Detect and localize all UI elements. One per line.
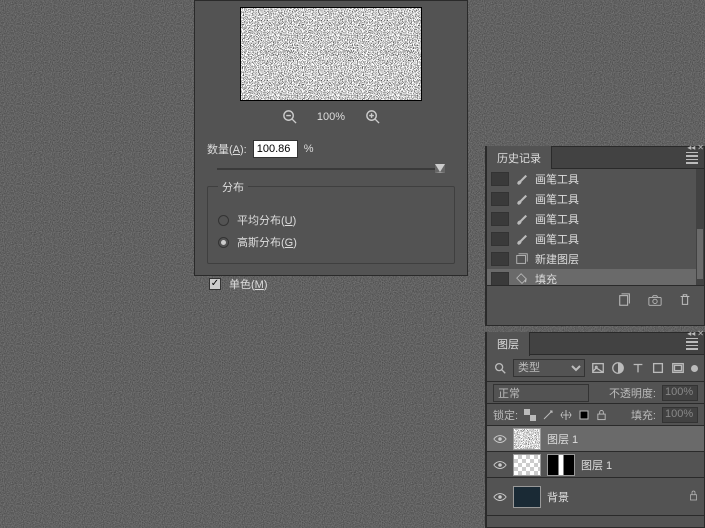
history-row-label: 画笔工具 [535, 191, 579, 207]
history-row-label: 新建图层 [535, 251, 579, 267]
history-row-label: 画笔工具 [535, 231, 579, 247]
layer-list: 图层 1图层 1 背景 [487, 426, 704, 516]
tab-layers[interactable]: 图层 [487, 332, 530, 356]
radio-bullet-icon [218, 237, 229, 248]
noise-preview [240, 7, 422, 101]
history-state-thumb [491, 232, 509, 246]
fill-icon [515, 272, 529, 285]
panel-menu-icon[interactable] [686, 338, 698, 350]
amount-input[interactable] [253, 140, 298, 158]
panel-top-controls: ◂◂✕ [676, 143, 704, 151]
collapse-icon[interactable]: ◂◂ [687, 329, 695, 337]
fill-input[interactable]: 100% [662, 407, 698, 423]
tab-history[interactable]: 历史记录 [487, 146, 552, 170]
zoom-level: 100% [317, 111, 345, 123]
lock-position-icon[interactable] [560, 409, 572, 421]
history-row[interactable]: 画笔工具 [487, 189, 704, 209]
filter-type-select[interactable]: 类型 [513, 359, 585, 377]
visibility-eye-icon[interactable] [493, 490, 507, 504]
scrollbar-vertical[interactable] [696, 169, 704, 285]
layer-thumbnail[interactable] [513, 428, 541, 450]
distribution-legend: 分布 [218, 179, 248, 195]
brush-icon [515, 192, 529, 206]
visibility-eye-icon[interactable] [493, 458, 507, 472]
radio-bullet-icon [218, 215, 229, 226]
radio-gaussian[interactable]: 高斯分布(G) [218, 231, 444, 253]
history-row[interactable]: 填充 [487, 269, 704, 285]
filter-toggle-icon[interactable] [691, 365, 698, 372]
visibility-eye-icon[interactable] [493, 432, 507, 446]
snapshot-camera-icon[interactable] [648, 293, 662, 307]
blend-opacity-row: 正常 不透明度: 100% [487, 382, 704, 404]
history-panel: ◂◂✕ 历史记录 画笔工具画笔工具画笔工具画笔工具新建图层填充 [486, 146, 705, 326]
panel-menu-icon[interactable] [686, 152, 698, 164]
lock-artboard-icon[interactable] [578, 409, 590, 421]
history-row-label: 画笔工具 [535, 171, 579, 187]
layer-name[interactable]: 图层 1 [547, 431, 578, 447]
filter-smart-icon[interactable] [671, 361, 685, 375]
lock-pixels-icon[interactable] [542, 409, 554, 421]
history-state-thumb [491, 172, 509, 186]
opacity-label: 不透明度: [609, 385, 656, 401]
lock-label: 锁定: [493, 407, 518, 423]
monochrome-checkbox[interactable]: ✓ 单色(M) [209, 276, 455, 292]
history-row-label: 画笔工具 [535, 211, 579, 227]
history-row[interactable]: 画笔工具 [487, 169, 704, 189]
amount-slider[interactable] [217, 164, 445, 176]
brush-icon [515, 172, 529, 186]
close-icon[interactable]: ✕ [697, 329, 704, 337]
lock-fill-row: 锁定: 填充: 100% [487, 404, 704, 426]
opacity-input[interactable]: 100% [662, 385, 698, 401]
checkbox-checked-icon: ✓ [209, 278, 221, 290]
history-state-thumb [491, 212, 509, 226]
zoom-in-icon[interactable] [365, 109, 380, 124]
brush-icon [515, 232, 529, 246]
filter-type-icon[interactable] [631, 361, 645, 375]
amount-label: 数量(A): [207, 141, 247, 157]
filter-adjustment-icon[interactable] [611, 361, 625, 375]
layer-filter-row: 类型 [487, 355, 704, 382]
add-noise-dialog: 100% 数量(A): % 分布 平均分布(U) 高斯分布(G) ✓ 单色(M) [194, 0, 468, 276]
collapse-icon[interactable]: ◂◂ [687, 143, 695, 151]
history-row[interactable]: 画笔工具 [487, 209, 704, 229]
trash-icon[interactable] [678, 293, 692, 307]
filter-shape-icon[interactable] [651, 361, 665, 375]
layer-mask-thumbnail[interactable] [547, 454, 575, 476]
lock-transparent-icon[interactable] [524, 409, 536, 421]
layer-name[interactable]: 图层 1 [581, 457, 612, 473]
scrollbar-thumb[interactable] [697, 229, 703, 279]
radio-uniform[interactable]: 平均分布(U) [218, 209, 444, 231]
history-state-thumb [491, 252, 509, 266]
layer-thumbnail[interactable] [513, 486, 541, 508]
history-list: 画笔工具画笔工具画笔工具画笔工具新建图层填充 [487, 169, 704, 285]
history-row-label: 填充 [535, 271, 557, 285]
close-icon[interactable]: ✕ [697, 143, 704, 151]
search-icon[interactable] [493, 361, 507, 375]
new-document-from-state-icon[interactable] [618, 293, 632, 307]
brush-icon [515, 212, 529, 226]
zoom-out-icon[interactable] [282, 109, 297, 124]
fill-label: 填充: [631, 407, 656, 423]
layer-thumbnail[interactable] [513, 454, 541, 476]
newlayer-icon [515, 252, 529, 266]
lock-all-icon[interactable] [596, 409, 607, 421]
filter-image-icon[interactable] [591, 361, 605, 375]
layer-row[interactable]: 背景 [487, 478, 704, 516]
history-row[interactable]: 新建图层 [487, 249, 704, 269]
layer-row[interactable]: 图层 1 [487, 452, 704, 478]
panel-top-controls: ◂◂✕ [676, 329, 704, 337]
slider-thumb[interactable] [435, 164, 445, 173]
blend-mode-select[interactable]: 正常 [493, 384, 589, 402]
distribution-group: 分布 平均分布(U) 高斯分布(G) [207, 186, 455, 264]
layer-name[interactable]: 背景 [547, 489, 569, 505]
lock-icon [689, 490, 698, 501]
amount-unit: % [304, 143, 314, 155]
layer-row[interactable]: 图层 1 [487, 426, 704, 452]
history-state-thumb [491, 272, 509, 285]
history-state-thumb [491, 192, 509, 206]
layers-panel: ◂◂✕ 图层 类型 正常 不透明度: 100% 锁定: 填充: 100% 图层 … [486, 332, 705, 528]
history-row[interactable]: 画笔工具 [487, 229, 704, 249]
